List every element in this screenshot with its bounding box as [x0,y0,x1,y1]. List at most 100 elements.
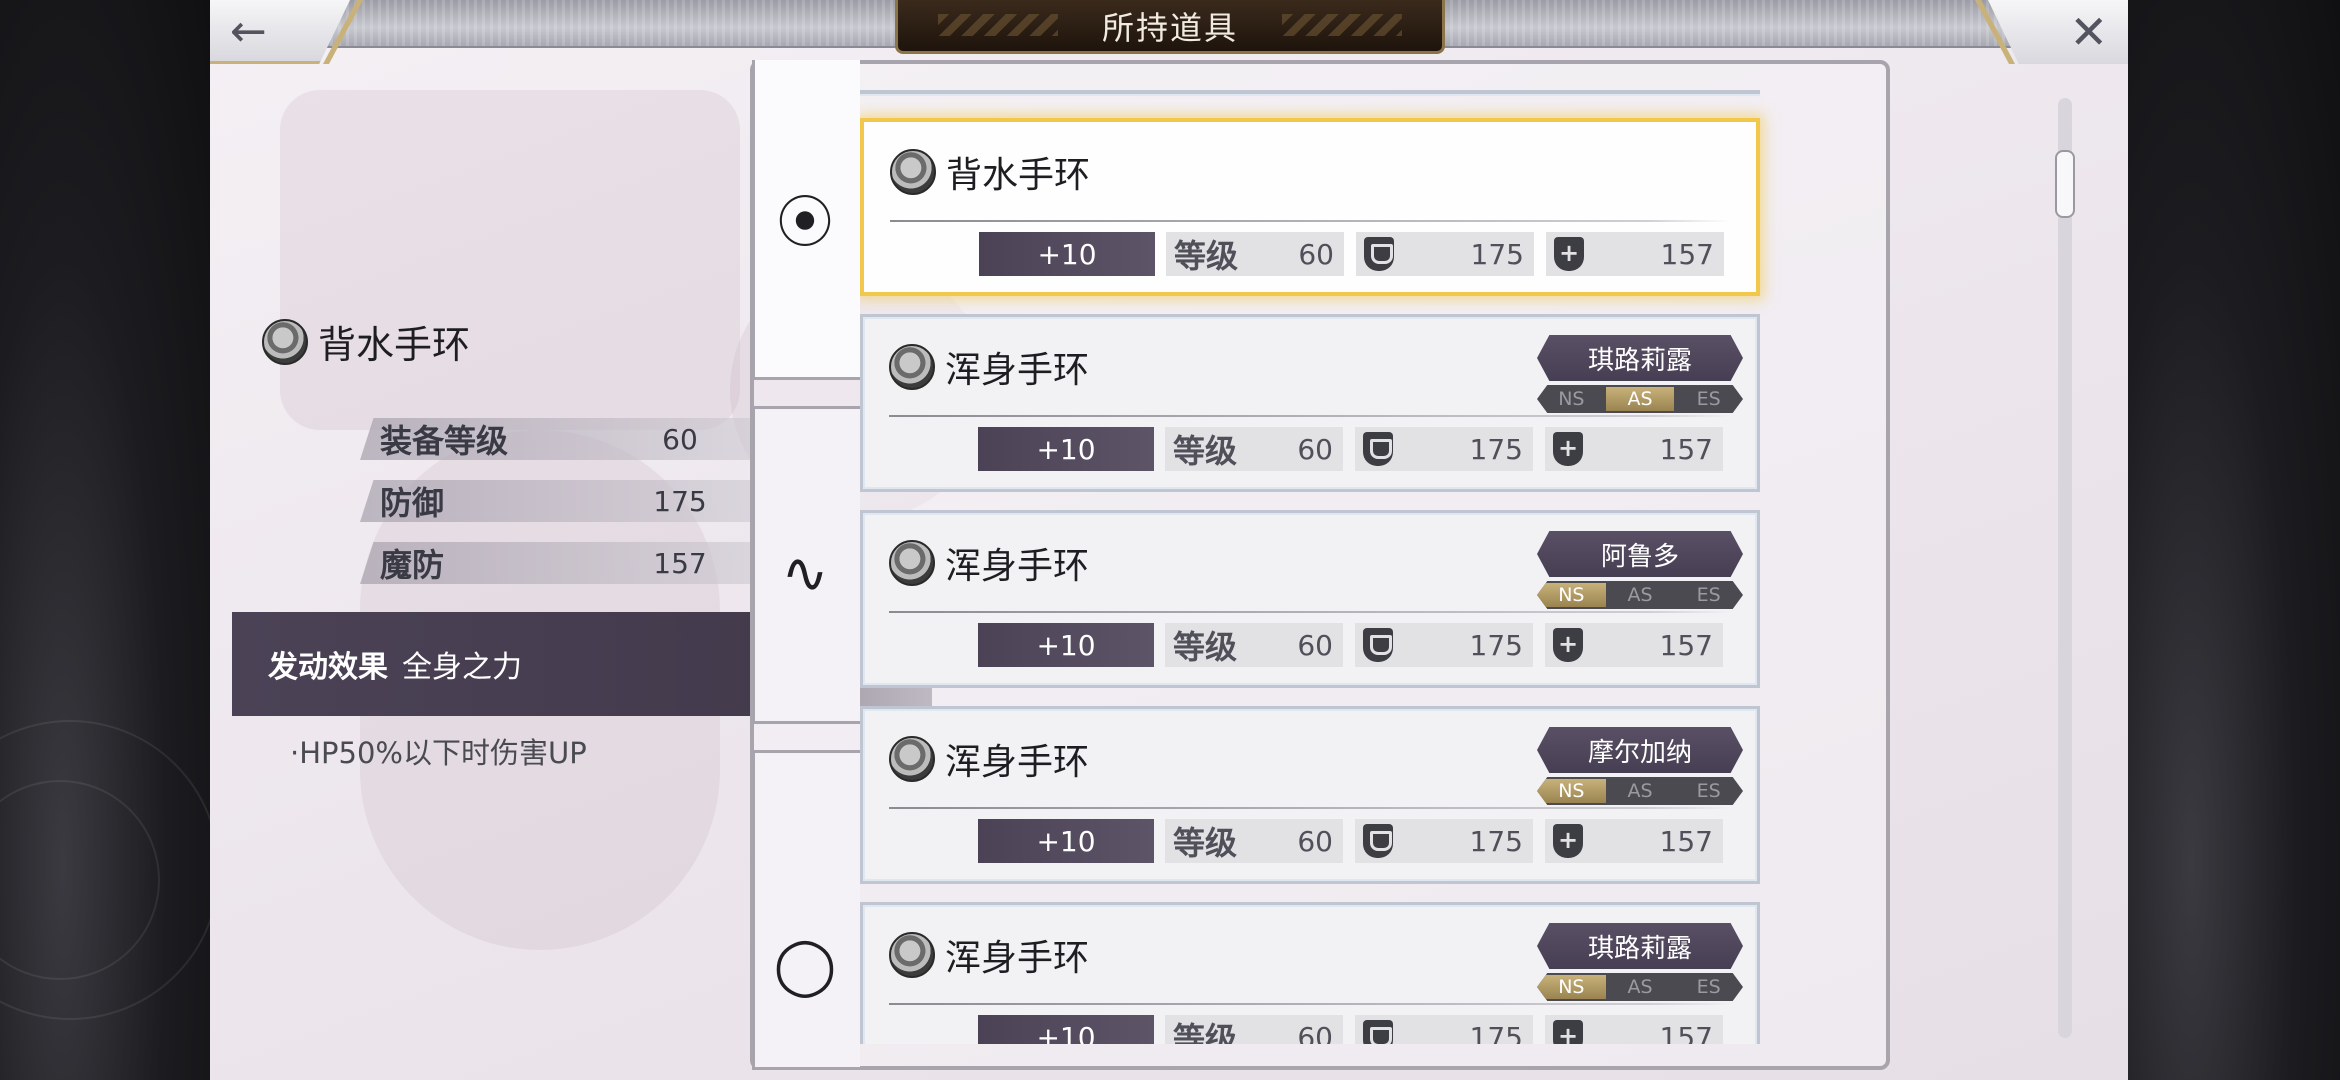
level-label: 等级 [1173,1020,1238,1044]
level-label: 等级 [1173,432,1238,470]
level-value: 60 [1297,628,1333,662]
item-card[interactable]: 浑身手环 摩尔加纳 NS AS ES +10 等级 60 175 +157 [860,706,1760,884]
magic-defense-stat: +157 [1545,623,1723,667]
defense-value: 175 [1469,432,1523,466]
item-name: 浑身手环 [945,350,1090,391]
owner-badge: 摩尔加纳 [1537,727,1743,773]
level-value: 60 [1298,237,1334,271]
left-background [0,0,220,1080]
magic-defense-stat: +157 [1545,1015,1723,1044]
divider [889,807,1731,809]
scrollbar-thumb[interactable] [2055,150,2075,218]
mode-ns: NS [1537,779,1606,803]
magic-defense-value: 157 [1660,237,1714,271]
previous-card-edge [860,90,1760,96]
level-stat: 等级 60 [1165,819,1343,863]
mode-ns: NS [1537,975,1606,999]
tab-accessory[interactable]: ∿ [752,406,860,724]
defense-value: 175 [1470,237,1524,271]
ring-icon: ◯ [773,932,837,998]
magic-shield-icon: + [1553,1020,1583,1044]
close-icon: ✕ [2069,5,2108,59]
item-name: 浑身手环 [945,938,1090,979]
level-value: 60 [1297,1020,1333,1045]
item-card[interactable]: 浑身手环 阿鲁多 NS AS ES +10 等级 60 175 +157 [860,510,1760,688]
magic-defense-stat: +157 [1545,819,1723,863]
shield-icon [1363,824,1393,858]
stat-value: 175 [653,484,707,518]
mode-ns: NS [1558,388,1585,410]
mode-ns: NS [1537,583,1606,607]
item-list[interactable]: 背水手环 +10 等级 60 175 +157 浑身手环 琪路莉露 NS AS ES +10 等级 60 1… [860,62,1860,1044]
stat-label: 装备等级 [380,422,509,460]
owner-badge: 琪路莉露 [1537,923,1743,969]
bracelet-icon [889,932,935,978]
mode-as: AS [1627,976,1653,998]
detail-item-name: 背水手环 [318,323,471,367]
title-plate: 所持道具 [895,0,1445,54]
level-label: 等级 [1173,824,1238,862]
defense-stat: 175 [1355,1015,1533,1044]
shield-icon [1364,237,1394,271]
magic-defense-value: 157 [1659,1020,1713,1045]
bracelet-icon [889,344,935,390]
stat-row-defense: 防御 175 [360,480,810,522]
mode-indicator: NS AS ES [1537,385,1743,413]
item-card-header: 浑身手环 [889,341,1089,393]
divider [889,415,1731,417]
item-card[interactable]: 浑身手环 琪路莉露 NS AS ES +10 等级 60 175 +157 [860,902,1760,1044]
item-card[interactable]: 背水手环 +10 等级 60 175 +157 [860,118,1760,296]
owner-badge: 琪路莉露 [1537,335,1743,381]
bracelet-icon [890,149,936,195]
mode-indicator: NS AS ES [1537,581,1743,609]
level-value: 60 [1297,824,1333,858]
mode-indicator: NS AS ES [1537,973,1743,1001]
enhance-level: +10 [979,232,1155,276]
defense-stat: 175 [1355,427,1533,471]
defense-stat: 175 [1356,232,1534,276]
mode-as: AS [1605,387,1675,411]
item-card-header: 背水手环 [890,146,1090,198]
bracelet-icon [889,540,935,586]
magic-defense-stat: +157 [1546,232,1724,276]
mode-es: ES [1696,976,1721,998]
scrollbar-track[interactable] [2058,98,2072,1038]
level-stat: 等级 60 [1165,1015,1343,1044]
stat-row-magic-defense: 魔防 157 [360,542,810,584]
item-card-header: 浑身手环 [889,733,1089,785]
magic-shield-icon: + [1553,628,1583,662]
defense-stat: 175 [1355,623,1533,667]
item-name: 浑身手环 [945,546,1090,587]
item-name: 背水手环 [946,155,1091,196]
enhance-level: +10 [978,427,1154,471]
defense-stat: 175 [1355,819,1533,863]
stat-label: 防御 [380,484,445,522]
magic-shield-icon: + [1554,237,1584,271]
magic-defense-stat: +157 [1545,427,1723,471]
enhance-level: +10 [978,623,1154,667]
shield-icon [1363,1020,1393,1044]
mode-es: ES [1696,584,1721,606]
title-ornament [938,14,1058,36]
mode-es: ES [1696,780,1721,802]
item-card[interactable]: 浑身手环 琪路莉露 NS AS ES +10 等级 60 175 +157 [860,314,1760,492]
mode-es: ES [1696,388,1721,410]
bracelet-icon [889,736,935,782]
stat-label: 魔防 [380,546,445,584]
tab-ring[interactable]: ◯ [752,750,860,1070]
divider [890,220,1730,222]
item-card-header: 浑身手环 [889,537,1089,589]
magic-shield-icon: + [1553,824,1583,858]
necklace-icon: ∿ [781,540,829,606]
effect-name: 全身之力 [402,650,522,685]
level-stat: 等级 60 [1166,232,1344,276]
defense-value: 175 [1469,628,1523,662]
right-background [2128,0,2340,1080]
divider [889,1003,1731,1005]
magic-shield-icon: + [1553,432,1583,466]
mode-indicator: NS AS ES [1537,777,1743,805]
tab-bracelet[interactable]: ⦿ [752,60,860,380]
level-value: 60 [1297,432,1333,466]
enhance-level: +10 [978,1015,1154,1044]
defense-value: 175 [1469,824,1523,858]
